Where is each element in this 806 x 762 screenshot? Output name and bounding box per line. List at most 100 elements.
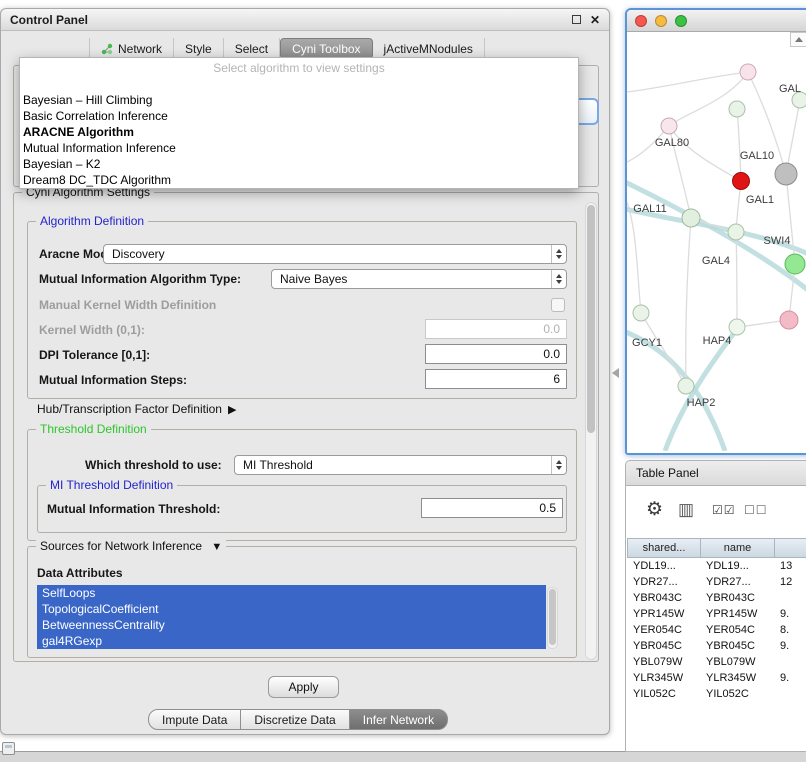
mi-algorithm-type-label: Mutual Information Algorithm Type:: [39, 271, 241, 287]
algorithm-option-selected[interactable]: ARACNE Algorithm: [20, 124, 578, 140]
combo-arrows-icon: [551, 456, 566, 474]
algorithm-option[interactable]: Bayesian – K2: [20, 156, 578, 172]
tab-infer-network[interactable]: Infer Network: [349, 709, 448, 730]
cell-shared: YBR045C: [628, 638, 701, 654]
table-row[interactable]: YER054C YER054C 8.: [628, 622, 806, 638]
list-item[interactable]: gal4RGexp: [37, 633, 546, 649]
manual-kernel-width-checkbox[interactable]: [551, 298, 565, 312]
cell-extra: 12: [775, 574, 806, 590]
tab-impute-data[interactable]: Impute Data: [148, 709, 241, 730]
table-row[interactable]: YDR27... YDR27... 12: [628, 574, 806, 590]
network-node-pink[interactable]: [780, 311, 798, 329]
mi-steps-label: Mutual Information Steps:: [39, 372, 187, 388]
close-button[interactable]: [635, 15, 647, 27]
table-row[interactable]: YBL079W YBL079W: [628, 654, 806, 670]
float-icon[interactable]: [572, 15, 581, 24]
algorithm-option[interactable]: Mutual Information Inference: [20, 140, 578, 156]
network-graph[interactable]: GAL80 GAL10 GAL11 GAL1 SWI4 GAL4 GCY1 HA…: [627, 32, 806, 451]
cell-shared: YBR043C: [628, 590, 701, 606]
data-attributes-label: Data Attributes: [37, 565, 123, 581]
network-node[interactable]: [633, 305, 649, 321]
network-node-gray[interactable]: [775, 163, 797, 185]
mi-algorithm-type-select[interactable]: Naive Bayes: [271, 269, 567, 289]
cell-extra: [775, 654, 806, 670]
table-row[interactable]: YIL052C YIL052C: [628, 686, 806, 702]
tab-select[interactable]: Select: [224, 38, 280, 59]
tab-style[interactable]: Style: [174, 38, 224, 59]
list-item[interactable]: TopologicalCoefficient: [37, 601, 546, 617]
select-all-columns-icon[interactable]: ☑☑: [712, 503, 736, 517]
group-title: Threshold Definition: [36, 422, 151, 436]
apply-button[interactable]: Apply: [268, 676, 339, 698]
table-settings-gear-icon[interactable]: ⚙: [646, 498, 663, 521]
network-node[interactable]: [661, 118, 677, 134]
scrollbar-thumb[interactable]: [587, 205, 595, 433]
tab-label: Style: [185, 42, 212, 56]
aracne-mode-select[interactable]: Discovery: [103, 244, 567, 264]
network-node[interactable]: [729, 101, 745, 117]
network-node[interactable]: [682, 209, 700, 227]
node-label: GAL: [779, 83, 801, 95]
column-header-shared[interactable]: shared...: [627, 538, 701, 558]
algorithm-option[interactable]: Dream8 DC_TDC Algorithm: [20, 172, 578, 188]
column-header-extra[interactable]: [774, 538, 806, 558]
selected-value: Discovery: [104, 247, 551, 261]
list-item[interactable]: SelfLoops: [37, 585, 546, 601]
network-node-green[interactable]: [785, 254, 805, 274]
dropdown-placeholder: Select algorithm to view settings: [20, 58, 578, 78]
list-scrollbar[interactable]: [547, 587, 558, 649]
tab-network[interactable]: Network: [89, 38, 174, 59]
cell-extra: 9.: [775, 606, 806, 622]
column-header-name[interactable]: name: [700, 538, 775, 558]
settings-scrollbar[interactable]: [585, 202, 597, 660]
network-node[interactable]: [678, 378, 694, 394]
docked-panel-icon[interactable]: [2, 742, 15, 755]
network-node[interactable]: [728, 224, 744, 240]
table-row[interactable]: YDL19... YDL19... 13: [628, 558, 806, 574]
algorithm-option[interactable]: Basic Correlation Inference: [20, 108, 578, 124]
show-columns-icon[interactable]: ▥: [678, 500, 694, 520]
algorithm-option[interactable]: Bayesian – Hill Climbing: [20, 92, 578, 108]
chevron-down-icon: ▼: [211, 541, 222, 553]
cell-shared: YDR27...: [628, 574, 701, 590]
cell-shared: YLR345W: [628, 670, 701, 686]
node-label: GAL4: [702, 255, 730, 267]
cell-name: YBR045C: [701, 638, 775, 654]
hub-definition-expander[interactable]: Hub/Transcription Factor Definition▶: [37, 401, 236, 417]
group-title: MI Threshold Definition: [46, 478, 177, 492]
zoom-button[interactable]: [675, 15, 687, 27]
table-row[interactable]: YBR045C YBR045C 9.: [628, 638, 806, 654]
tab-discretize-data[interactable]: Discretize Data: [240, 709, 349, 730]
minimize-button[interactable]: [655, 15, 667, 27]
tab-jactivemnodules[interactable]: jActiveMNodules: [373, 38, 485, 59]
control-panel-titlebar: Control Panel ✕: [1, 9, 609, 31]
network-canvas[interactable]: GAL80 GAL10 GAL11 GAL1 SWI4 GAL4 GCY1 HA…: [627, 32, 806, 451]
table-panel-titlebar: Table Panel: [625, 460, 806, 486]
table-row[interactable]: YPR145W YPR145W 9.: [628, 606, 806, 622]
node-label: HAP4: [703, 335, 732, 347]
cell-name: YDR27...: [701, 574, 775, 590]
kernel-width-input[interactable]: 0.0: [425, 319, 567, 339]
network-node-red[interactable]: [733, 173, 750, 190]
node-label: GAL80: [655, 137, 689, 149]
table-row[interactable]: YLR345W YLR345W 9.: [628, 670, 806, 686]
which-threshold-select[interactable]: MI Threshold: [234, 455, 567, 475]
list-item[interactable]: BetweennessCentrality: [37, 617, 546, 633]
mi-steps-input[interactable]: 6: [425, 369, 567, 389]
sources-expander[interactable]: Sources for Network Inference ▼: [36, 539, 226, 553]
network-node[interactable]: [729, 319, 745, 335]
panel-collapse-icon[interactable]: [612, 368, 619, 378]
mi-threshold-input[interactable]: 0.5: [421, 498, 563, 518]
table-row[interactable]: YBR043C YBR043C: [628, 590, 806, 606]
deselect-all-columns-icon[interactable]: ☐☐: [744, 503, 768, 517]
table-header-row: shared... name: [628, 538, 806, 558]
network-node[interactable]: [740, 64, 756, 80]
cell-name: YDL19...: [701, 558, 775, 574]
scroll-up-button[interactable]: [790, 32, 806, 47]
close-icon[interactable]: ✕: [590, 14, 600, 26]
cell-name: YBL079W: [701, 654, 775, 670]
tab-cyni-toolbox[interactable]: Cyni Toolbox: [280, 38, 372, 59]
cell-extra: 9.: [775, 670, 806, 686]
dpi-tolerance-input[interactable]: 0.0: [425, 344, 567, 364]
table-panel-content: ⚙ ▥ ☑☑ ☐☐ shared... name YDL19... YDL19.…: [625, 486, 806, 752]
